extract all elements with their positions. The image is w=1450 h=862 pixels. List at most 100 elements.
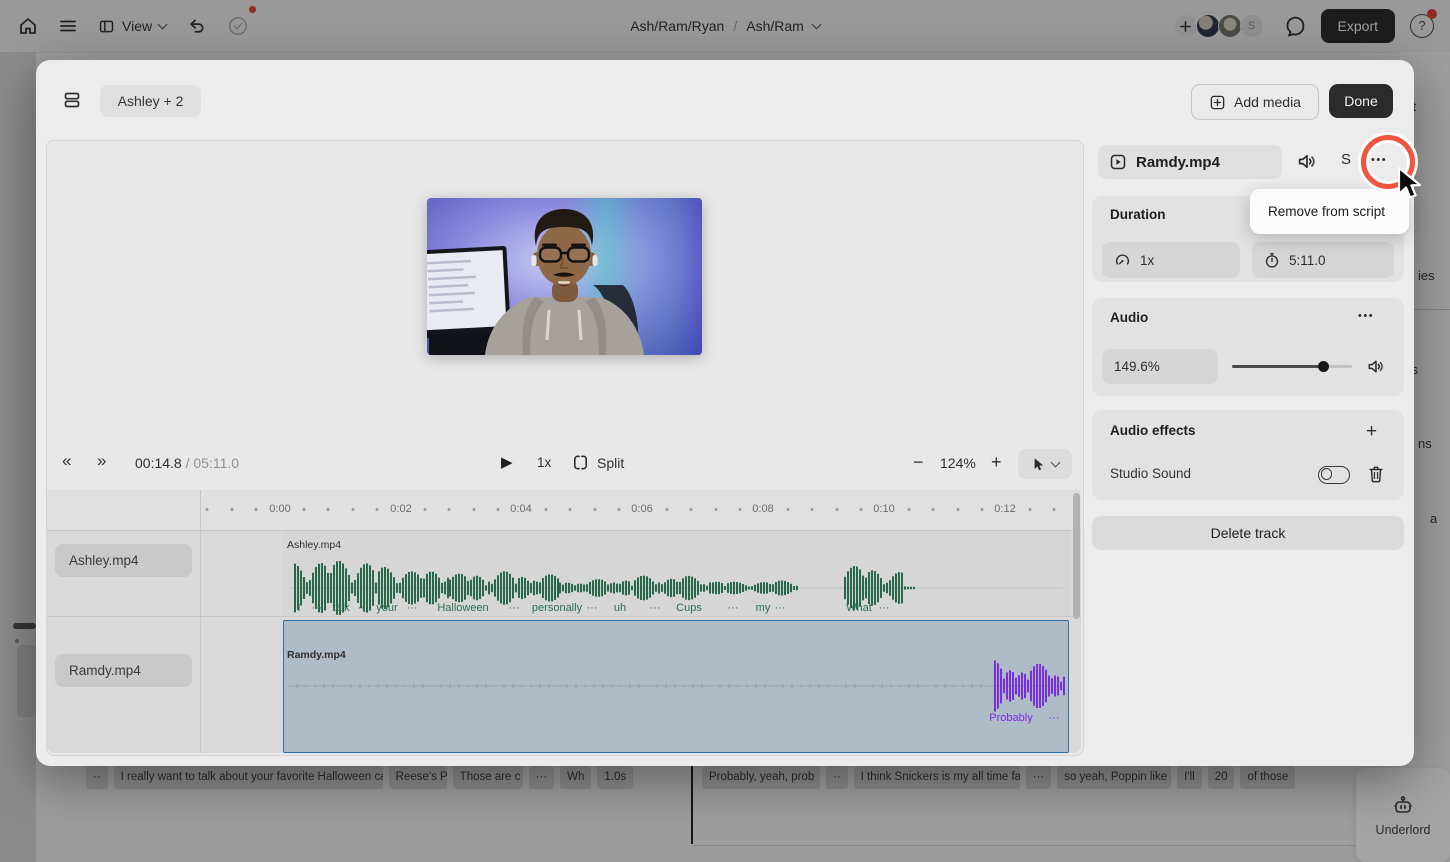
collapse-panel-icon[interactable] [62,90,82,110]
minus-icon: − [913,452,924,472]
trash-icon [1369,466,1383,483]
ruler-tick-label: 0:12 [994,503,1016,515]
done-button[interactable]: Done [1329,84,1393,118]
add-media-label: Add media [1234,94,1301,110]
ruler-tick-dot [496,508,500,511]
track-name: Ashley.mp4 [69,553,139,568]
transcript-word[interactable]: Halloween [437,602,488,614]
ruler-tick-dot [447,508,451,511]
delete-effect-button[interactable] [1367,464,1385,484]
zoom-in-button[interactable]: + [991,452,1002,473]
transcript-word[interactable]: ··· [312,602,323,614]
skip-forward-button[interactable]: » [97,451,106,471]
timecode: 00:14.8 / 05:11.0 [135,455,239,471]
length-field[interactable]: 5:11.0 [1252,242,1394,278]
ruler-tick-dot [714,508,718,511]
ruler-tick-label: 0:00 [269,503,291,515]
ruler-tick-dot [423,508,427,511]
skip-back-button[interactable]: « [62,451,71,471]
volume-slider[interactable] [1232,360,1352,372]
ruler-tick-dot [859,508,863,511]
play-in-box-icon [1110,154,1126,170]
transcript-word[interactable]: my [756,602,771,614]
track-header-ramdy[interactable]: Ramdy.mp4 [55,654,192,687]
done-label: Done [1344,93,1378,109]
ruler-tick-dot [1052,508,1056,511]
play-button[interactable]: ▶ [501,453,513,471]
modal-content: Ashley + 2 Add media Done « » 00:14.8 / … [0,0,1450,862]
audio-effects-heading: Audio effects [1110,423,1196,438]
speed-gauge-icon [1115,254,1130,265]
transcript-word[interactable]: ··· [775,602,786,614]
ruler-tick-dot [907,508,911,511]
transcript-word[interactable]: ··· [407,602,418,614]
zoom-out-button[interactable]: − [913,452,924,473]
transcript-word[interactable]: your [376,602,397,614]
scene-selector[interactable]: Ashley + 2 [100,85,201,117]
audio-effects-card: Audio effects [1092,410,1404,500]
video-editor-app: View Ash/Ram/Ryan / Ash/Ram S Export ? i… [0,0,1450,862]
mute-button[interactable] [1296,151,1317,172]
ruler-tick-dot [617,508,621,511]
volume-slider-knob[interactable] [1318,360,1329,372]
zoom-level[interactable]: 124% [940,455,976,471]
pointer-tool-button[interactable] [1018,449,1072,479]
transcript-word[interactable]: ··· [728,602,739,614]
ruler-tick-label: 0:02 [390,503,412,515]
ruler-tick-dot [931,508,935,511]
ruler-tick-dot [326,508,330,511]
delete-track-button[interactable]: Delete track [1092,516,1404,550]
menu-item-remove-from-script[interactable]: Remove from script [1250,204,1385,219]
mouse-cursor [1397,167,1423,201]
total-time: 05:11.0 [193,455,240,471]
skip-back-icon: « [62,451,72,470]
duration-heading: Duration [1110,207,1166,222]
transcript-word[interactable]: ··· [587,602,598,614]
track-name: Ramdy.mp4 [69,663,141,678]
ruler-tick-dot [786,508,790,511]
solo-button[interactable]: S [1341,151,1351,168]
current-time: 00:14.8 [135,455,182,471]
ellipsis-icon: ••• [1358,310,1375,322]
effect-name: Studio Sound [1110,466,1192,481]
transcript-word[interactable]: ··· [1049,712,1060,724]
speaker-icon [1298,154,1315,169]
transcript-word[interactable]: talk [332,602,349,614]
play-icon: ▶ [501,454,513,471]
transcript-word[interactable]: Probably [989,712,1032,724]
volume-value: 149.6% [1114,359,1160,374]
transcript-word[interactable]: What [846,602,872,614]
studio-sound-toggle[interactable] [1318,466,1350,484]
transcript-word[interactable]: ··· [650,602,661,614]
ruler-tick-dot [810,508,814,511]
inspector-title: Ramdy.mp4 [1136,153,1220,171]
pointer-icon [1034,457,1043,470]
transcript-word[interactable]: Cups [676,602,702,614]
audio-more-button[interactable]: ••• [1358,310,1374,322]
delete-track-label: Delete track [1210,525,1286,541]
transcript-word[interactable]: personally [532,602,582,614]
split-button[interactable]: Split [571,453,624,472]
ruler-tick-dot [835,508,839,511]
transcript-word[interactable]: ··· [879,602,890,614]
transcript-word[interactable]: I [297,602,300,614]
add-effect-button[interactable]: + [1366,421,1377,443]
ruler-tick-dot [205,508,209,511]
transcript-word[interactable]: ··· [358,602,369,614]
inspector-clip-selector[interactable]: Ramdy.mp4 [1098,145,1282,179]
split-icon [573,455,588,470]
transcript-word[interactable]: uh [614,602,626,614]
timeline-scrollbar[interactable] [1073,493,1080,619]
audio-speaker-icon[interactable] [1366,357,1385,376]
toggle-knob [1320,468,1332,480]
playback-speed-button[interactable]: 1x [537,455,551,470]
add-media-button[interactable]: Add media [1191,84,1319,120]
ruler-tick-dot [738,508,742,511]
transcript-word[interactable]: ··· [509,602,520,614]
speed-field[interactable]: 1x [1102,242,1240,278]
track-header-ashley[interactable]: Ashley.mp4 [55,544,192,577]
ruler-tick-dot [375,508,379,511]
scene-label: Ashley + 2 [117,93,184,109]
volume-field[interactable]: 149.6% [1102,349,1218,384]
plus-icon: + [1366,421,1378,442]
